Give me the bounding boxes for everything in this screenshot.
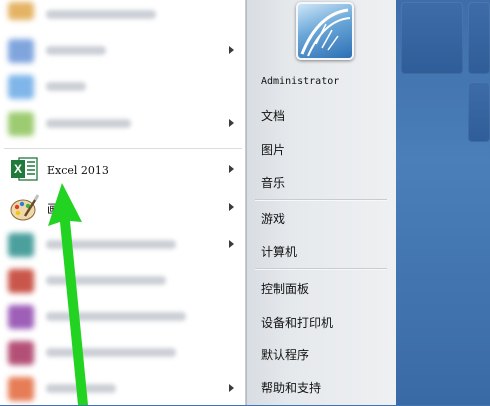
paint-palette-icon — [10, 194, 39, 221]
program-label-blurred — [46, 276, 166, 285]
program-label-paint: 画 — [47, 202, 60, 216]
app-icon — [8, 341, 34, 365]
app-icon — [8, 39, 34, 63]
program-label-blurred — [46, 82, 86, 91]
menu-item-games[interactable]: 游戏 — [261, 210, 285, 227]
chevron-right-icon — [229, 119, 234, 127]
desktop-tile — [468, 82, 490, 142]
app-icon — [8, 233, 34, 257]
programs-pane: X Excel 2013 画 — [0, 0, 246, 405]
user-picture[interactable] — [296, 2, 354, 60]
desktop-tile — [401, 2, 463, 74]
program-label-blurred — [46, 240, 176, 249]
program-item-blurred[interactable] — [0, 70, 245, 104]
program-item-blurred[interactable] — [0, 372, 245, 406]
chevron-right-icon — [229, 203, 234, 211]
separator — [4, 148, 242, 149]
app-icon — [8, 377, 34, 401]
app-icon — [8, 112, 34, 136]
program-label-blurred — [46, 10, 156, 19]
menu-item-documents[interactable]: 文档 — [261, 107, 285, 124]
chevron-right-icon — [229, 46, 234, 54]
app-icon — [8, 75, 34, 99]
separator — [255, 199, 387, 201]
app-icon — [8, 269, 34, 293]
program-item-blurred[interactable] — [0, 264, 245, 298]
chevron-right-icon — [229, 240, 234, 248]
menu-item-control-panel[interactable]: 控制面板 — [261, 280, 309, 297]
start-menu: X Excel 2013 画 Administrator 文档 图片 音乐 游戏… — [0, 0, 396, 405]
menu-item-devices-printers[interactable]: 设备和打印机 — [261, 314, 333, 331]
chevron-right-icon — [229, 165, 234, 173]
app-icon — [8, 2, 34, 20]
user-name[interactable]: Administrator — [261, 76, 339, 87]
svg-text:X: X — [14, 162, 22, 176]
desktop-tile — [468, 2, 490, 74]
user-picture-icon — [300, 8, 351, 57]
program-item-blurred[interactable] — [0, 336, 245, 370]
menu-item-pictures[interactable]: 图片 — [261, 141, 285, 158]
program-label-excel: Excel 2013 — [47, 164, 109, 177]
program-item-blurred[interactable] — [0, 300, 245, 334]
program-label-blurred — [46, 384, 116, 393]
menu-item-computer[interactable]: 计算机 — [261, 243, 297, 260]
program-label-blurred — [46, 46, 106, 55]
menu-item-help-support[interactable]: 帮助和支持 — [261, 379, 321, 396]
program-label-blurred — [46, 348, 176, 357]
program-item-blurred[interactable] — [0, 228, 245, 262]
separator — [255, 268, 387, 270]
excel-icon: X — [11, 157, 38, 181]
chevron-right-icon — [229, 384, 234, 392]
program-label-blurred — [46, 312, 186, 321]
menu-item-default-programs[interactable]: 默认程序 — [261, 346, 309, 363]
program-label-blurred — [46, 119, 131, 128]
menu-item-music[interactable]: 音乐 — [261, 174, 285, 191]
app-icon — [8, 305, 34, 329]
program-item-blurred[interactable] — [0, 0, 245, 34]
program-item-blurred[interactable] — [0, 34, 245, 68]
program-item-blurred[interactable] — [0, 107, 245, 141]
places-pane — [246, 0, 396, 405]
